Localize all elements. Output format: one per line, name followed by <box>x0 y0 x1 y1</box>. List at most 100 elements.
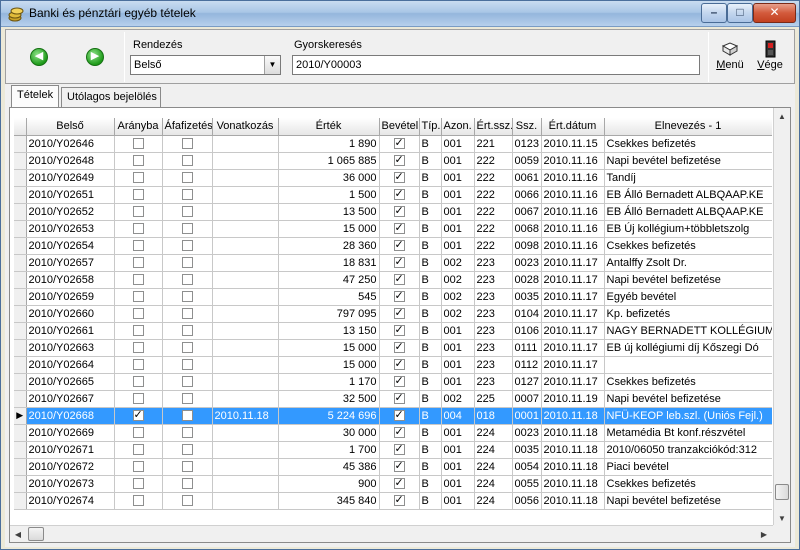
cell-elnevezes[interactable]: Csekkes befizetés <box>604 237 772 255</box>
cell-tip[interactable]: B <box>419 271 442 289</box>
afafizetes-checkbox[interactable] <box>181 291 193 303</box>
cell-azon[interactable]: 002 <box>441 271 475 289</box>
table-row[interactable]: 2010/Y02674 345 840 B00122400562010.11.18N… <box>14 492 772 510</box>
cell-elnevezes[interactable]: Csekkes befizetés <box>604 475 772 493</box>
aranyba-cell[interactable] <box>114 441 163 459</box>
aranyba-cell[interactable] <box>114 152 163 170</box>
afafizetes-cell[interactable] <box>162 390 213 408</box>
bevetel-cell[interactable] <box>379 305 420 323</box>
bevetel-cell[interactable] <box>379 356 420 374</box>
cell-tip[interactable]: B <box>419 356 442 374</box>
cell-belso[interactable]: 2010/Y02652 <box>26 203 115 221</box>
afafizetes-checkbox[interactable] <box>181 325 193 337</box>
table-row[interactable]: 2010/Y02661 13 150 B00122301062010.11.17NA… <box>14 322 772 340</box>
aranyba-cell[interactable] <box>114 356 163 374</box>
cell-ertssz[interactable]: 223 <box>474 254 513 272</box>
bevetel-checkbox[interactable] <box>393 357 405 371</box>
cell-tip[interactable]: B <box>419 169 442 187</box>
afafizetes-checkbox[interactable] <box>181 240 193 252</box>
aranyba-cell[interactable] <box>114 475 163 493</box>
afafizetes-cell[interactable] <box>162 492 213 510</box>
cell-ertssz[interactable]: 224 <box>474 475 513 493</box>
cell-vonatkozas[interactable] <box>212 492 279 510</box>
cell-ssz[interactable]: 0055 <box>512 475 542 493</box>
cell-ertssz[interactable]: 222 <box>474 220 513 238</box>
bevetel-cell[interactable] <box>379 458 420 476</box>
cell-ssz[interactable]: 0059 <box>512 152 542 170</box>
aranyba-checkbox[interactable] <box>132 393 144 405</box>
bevetel-checkbox[interactable] <box>393 255 405 269</box>
afafizetes-cell[interactable] <box>162 441 213 459</box>
bevetel-checkbox[interactable] <box>393 289 405 303</box>
cell-azon[interactable]: 001 <box>441 186 475 204</box>
cell-tip[interactable]: B <box>419 407 442 425</box>
cell-ertek[interactable]: 345 840 <box>278 492 380 510</box>
cell-elnevezes[interactable]: 2010/06050 tranzakciókód:312 <box>604 441 772 459</box>
cell-elnevezes[interactable]: Napi bevétel befizetése <box>604 390 772 408</box>
cell-elnevezes[interactable]: EB Álló Bernadett ALBQAAP.KE <box>604 203 772 221</box>
cell-tip[interactable]: B <box>419 203 442 221</box>
aranyba-cell[interactable] <box>114 220 163 238</box>
cell-ssz[interactable]: 0054 <box>512 458 542 476</box>
cell-vonatkozas[interactable] <box>212 339 279 357</box>
cell-vonatkozas[interactable] <box>212 475 279 493</box>
cell-belso[interactable]: 2010/Y02653 <box>26 220 115 238</box>
aranyba-cell[interactable] <box>114 339 163 357</box>
cell-elnevezes[interactable]: Napi bevétel befizetése <box>604 492 772 510</box>
bevetel-cell[interactable] <box>379 373 420 391</box>
cell-ertek[interactable]: 1 170 <box>278 373 380 391</box>
bevetel-checkbox[interactable] <box>393 187 405 201</box>
column-header[interactable]: Arányba <box>114 118 163 136</box>
cell-azon[interactable]: 001 <box>441 169 475 187</box>
afafizetes-cell[interactable] <box>162 203 213 221</box>
cell-azon[interactable]: 004 <box>441 407 475 425</box>
cell-ertssz[interactable]: 223 <box>474 305 513 323</box>
afafizetes-checkbox[interactable] <box>181 359 193 371</box>
sort-select[interactable]: Belső ▼ <box>130 55 281 75</box>
cell-elnevezes[interactable]: EB új kollégiumi díj Kőszegi Dó <box>604 339 772 357</box>
afafizetes-cell[interactable] <box>162 288 213 306</box>
aranyba-checkbox[interactable] <box>132 155 144 167</box>
cell-ertek[interactable]: 30 000 <box>278 424 380 442</box>
cell-ssz[interactable]: 0001 <box>512 407 542 425</box>
cell-ert-datum[interactable]: 2010.11.17 <box>541 254 605 272</box>
table-row[interactable]: 2010/Y02657 18 831 B00222300232010.11.17An… <box>14 254 772 272</box>
cell-ertek[interactable]: 45 386 <box>278 458 380 476</box>
cell-elnevezes[interactable]: Napi bevétel befizetése <box>604 152 772 170</box>
table-row[interactable]: 2010/Y02671 1 700 B00122400352010.11.18201… <box>14 441 772 459</box>
afafizetes-cell[interactable] <box>162 407 213 425</box>
aranyba-checkbox[interactable] <box>132 444 144 456</box>
bevetel-checkbox[interactable] <box>393 204 405 218</box>
bevetel-checkbox[interactable] <box>393 170 405 184</box>
cell-ssz[interactable]: 0023 <box>512 424 542 442</box>
cell-vonatkozas[interactable] <box>212 152 279 170</box>
cell-belso[interactable]: 2010/Y02669 <box>26 424 115 442</box>
cell-elnevezes[interactable]: Tandíj <box>604 169 772 187</box>
maximize-button[interactable]: □ <box>727 3 753 23</box>
cell-vonatkozas[interactable] <box>212 373 279 391</box>
cell-tip[interactable]: B <box>419 186 442 204</box>
table-row[interactable]: 2010/Y02672 45 386 B00122400542010.11.18Pi… <box>14 458 772 476</box>
cell-ertek[interactable]: 18 831 <box>278 254 380 272</box>
horizontal-scroll-thumb[interactable] <box>28 527 44 541</box>
cell-ert-datum[interactable]: 2010.11.15 <box>541 135 605 153</box>
cell-ssz[interactable]: 0111 <box>512 339 542 357</box>
bevetel-cell[interactable] <box>379 169 420 187</box>
cell-vonatkozas[interactable] <box>212 441 279 459</box>
cell-ertek[interactable]: 1 500 <box>278 186 380 204</box>
cell-azon[interactable]: 002 <box>441 288 475 306</box>
afafizetes-checkbox[interactable] <box>181 376 193 388</box>
cell-vonatkozas[interactable] <box>212 458 279 476</box>
afafizetes-cell[interactable] <box>162 254 213 272</box>
cell-ert-datum[interactable]: 2010.11.17 <box>541 305 605 323</box>
cell-vonatkozas[interactable] <box>212 271 279 289</box>
aranyba-cell[interactable] <box>114 254 163 272</box>
cell-ert-datum[interactable]: 2010.11.17 <box>541 322 605 340</box>
cell-ert-datum[interactable]: 2010.11.17 <box>541 339 605 357</box>
bevetel-cell[interactable] <box>379 475 420 493</box>
bevetel-checkbox[interactable] <box>393 459 405 473</box>
cell-tip[interactable]: B <box>419 288 442 306</box>
cell-tip[interactable]: B <box>419 475 442 493</box>
cell-ertek[interactable]: 28 360 <box>278 237 380 255</box>
afafizetes-cell[interactable] <box>162 339 213 357</box>
